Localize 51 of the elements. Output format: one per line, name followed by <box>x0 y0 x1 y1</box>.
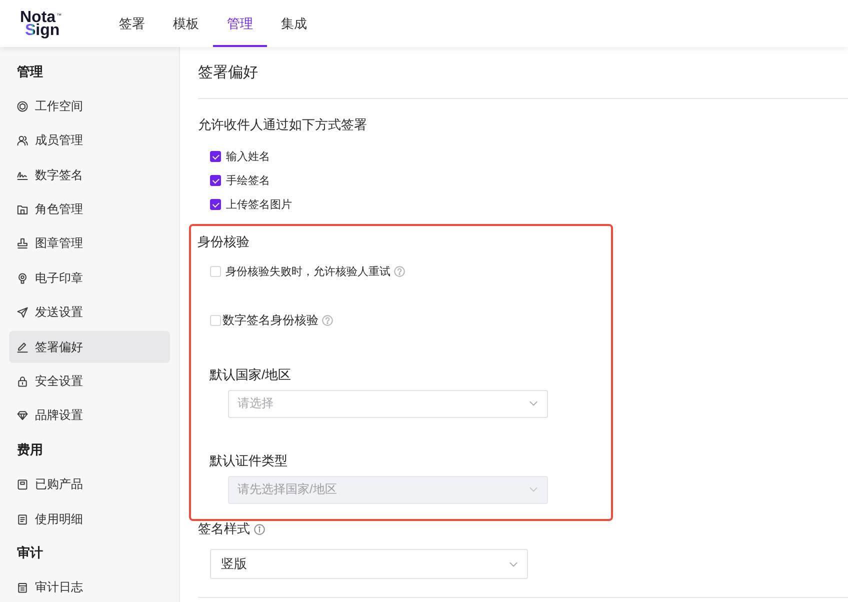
signature-icon <box>17 170 28 181</box>
sidebar-item[interactable]: 使用明细 <box>9 505 170 534</box>
paper-plane-icon <box>17 307 28 318</box>
sidebar-item[interactable]: 数字签名 <box>9 161 170 190</box>
sidebar-item[interactable]: 品牌设置 <box>9 402 170 430</box>
nav-tab[interactable]: 模板 <box>159 0 213 47</box>
sidebar-item[interactable]: 审计日志 <box>9 574 170 602</box>
padlock-icon <box>17 376 28 388</box>
folder-icon <box>17 204 28 216</box>
sidebar-item[interactable]: 签署偏好 <box>9 331 170 364</box>
field-label: 默认国家/地区 <box>210 366 292 384</box>
chevron-down-icon <box>528 401 538 406</box>
section-title: 身份核验 <box>198 232 250 250</box>
hexagon-circle-icon <box>17 100 28 112</box>
checkbox-label: 输入姓名 <box>226 150 270 164</box>
package-icon <box>17 479 28 490</box>
field-label: 默认证件类型 <box>210 452 288 470</box>
nav-tab[interactable]: 签署 <box>105 0 159 47</box>
checkbox[interactable] <box>210 174 221 186</box>
seal-icon <box>17 272 28 284</box>
chevron-down-icon <box>528 487 538 492</box>
diamond-icon <box>17 410 28 422</box>
checkbox[interactable] <box>210 150 221 162</box>
dropdown-field[interactable]: 竖版 <box>210 549 528 579</box>
chevron-down-icon <box>509 562 518 566</box>
notepad-icon <box>17 582 28 594</box>
checkbox[interactable] <box>210 198 221 210</box>
nav-tab[interactable]: 集成 <box>267 0 321 47</box>
checkbox-label: 手绘签名 <box>226 174 270 188</box>
checkbox-label: 数字签名身份核验 <box>222 312 318 329</box>
sidebar-item[interactable]: 角色管理 <box>9 196 170 224</box>
sidebar-item[interactable]: 成员管理 <box>9 126 170 155</box>
document-icon <box>17 514 28 525</box>
sidebar-heading: 费用 <box>17 441 43 460</box>
checkbox-label: 身份核验失败时，允许核验人重试 <box>226 265 390 279</box>
sidebar-item[interactable]: 工作空间 <box>9 92 170 120</box>
sidebar-heading: 管理 <box>17 63 43 81</box>
nav-tab[interactable]: 管理 <box>213 0 267 47</box>
sidebar-item[interactable]: 图章管理 <box>9 230 170 258</box>
checkbox-label: 上传签名图片 <box>226 198 292 212</box>
stamp-icon <box>17 238 28 250</box>
section-label: 允许收件人通过如下方式签署 <box>198 116 367 134</box>
sidebar-item[interactable]: 电子印章 <box>9 264 170 292</box>
pencil-icon <box>17 342 28 353</box>
sidebar-item[interactable]: 已购产品 <box>9 470 170 499</box>
page-title: 签署偏好 <box>198 64 258 81</box>
sidebar-heading: 审计 <box>17 544 43 562</box>
people-icon <box>17 135 28 146</box>
sidebar-item[interactable]: 安全设置 <box>9 368 170 396</box>
sidebar-item[interactable]: 发送设置 <box>9 298 170 327</box>
field-label: 签名样式 <box>198 521 250 537</box>
